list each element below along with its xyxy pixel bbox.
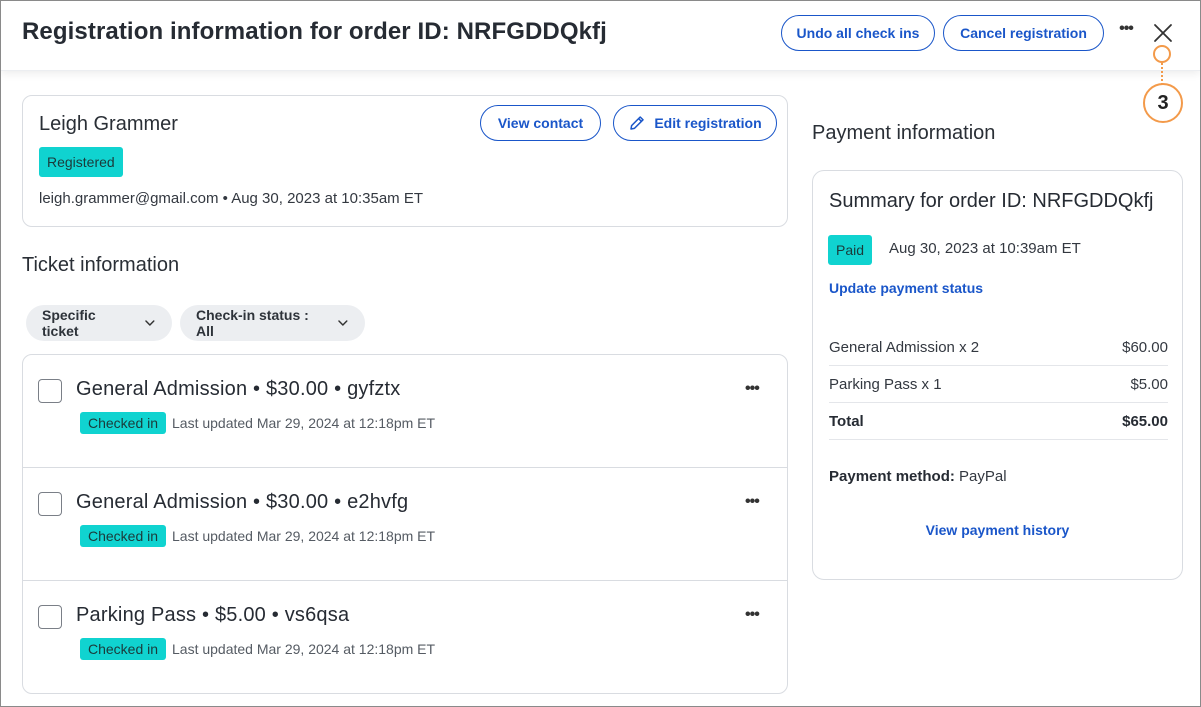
check-in-status-filter[interactable]: Check-in status : All xyxy=(180,305,365,341)
checked-in-badge: Checked in xyxy=(80,412,167,434)
more-options-icon[interactable]: ••• xyxy=(745,493,760,511)
ticket-checkbox[interactable] xyxy=(38,605,62,629)
undo-check-ins-button[interactable]: Undo all check ins xyxy=(781,15,935,51)
ticket-name: General Admission • $30.00 • e2hvfg xyxy=(76,491,409,513)
more-options-icon[interactable]: ••• xyxy=(745,380,760,398)
chevron-down-icon xyxy=(338,320,348,326)
callout-number: 3 xyxy=(1143,83,1183,123)
ticket-last-updated: Last updated Mar 29, 2024 at 12:18pm ET xyxy=(172,415,436,431)
line-item-amount: $60.00 xyxy=(1122,338,1168,356)
ticket-list: General Admission • $30.00 • gyfztx Chec… xyxy=(22,354,788,694)
payment-information-heading: Payment information xyxy=(812,122,996,144)
total-line: Total $65.00 xyxy=(829,403,1168,440)
line-item-amount: $5.00 xyxy=(1130,375,1168,393)
panel-header: Registration information for order ID: N… xyxy=(1,1,1200,71)
payment-method: Payment method: PayPal xyxy=(829,468,1007,485)
line-item: General Admission x 2 $60.00 xyxy=(829,329,1168,366)
close-icon[interactable] xyxy=(1152,22,1174,44)
checked-in-badge: Checked in xyxy=(80,525,167,547)
ticket-name: Parking Pass • $5.00 • vs6qsa xyxy=(76,604,350,626)
contact-card: Leigh Grammer Registered leigh.grammer@g… xyxy=(22,95,788,227)
ticket-checkbox[interactable] xyxy=(38,492,62,516)
more-options-icon[interactable]: ••• xyxy=(745,606,760,624)
payment-method-label: Payment method: xyxy=(829,468,955,485)
ticket-checkbox[interactable] xyxy=(38,379,62,403)
callout-connector xyxy=(1161,63,1163,85)
check-in-status-filter-label: Check-in status : All xyxy=(196,307,309,339)
view-payment-history-link[interactable]: View payment history xyxy=(813,522,1182,538)
callout-marker xyxy=(1153,45,1171,63)
registration-status-badge: Registered xyxy=(39,147,123,177)
line-item-label: Parking Pass x 1 xyxy=(829,375,942,393)
ticket-row: Parking Pass • $5.00 • vs6qsa Checked in… xyxy=(23,581,787,694)
ticket-last-updated: Last updated Mar 29, 2024 at 12:18pm ET xyxy=(172,528,436,544)
line-item: Parking Pass x 1 $5.00 xyxy=(829,366,1168,403)
total-amount: $65.00 xyxy=(1122,412,1168,430)
line-item-label: General Admission x 2 xyxy=(829,338,980,356)
payment-summary-card: Summary for order ID: NRFGDDQkfj Paid Au… xyxy=(812,170,1183,580)
specific-ticket-filter-label: Specific ticket xyxy=(42,307,96,339)
page-title: Registration information for order ID: N… xyxy=(22,18,607,45)
contact-name: Leigh Grammer xyxy=(39,113,178,135)
payment-date: Aug 30, 2023 at 10:39am ET xyxy=(889,240,1081,257)
ticket-row: General Admission • $30.00 • gyfztx Chec… xyxy=(23,355,787,468)
view-contact-button[interactable]: View contact xyxy=(480,105,601,141)
ticket-row: General Admission • $30.00 • e2hvfg Chec… xyxy=(23,468,787,581)
payment-line-items: General Admission x 2 $60.00 Parking Pas… xyxy=(829,329,1168,440)
ticket-name: General Admission • $30.00 • gyfztx xyxy=(76,378,401,400)
specific-ticket-filter[interactable]: Specific ticket xyxy=(26,305,172,341)
pencil-icon xyxy=(630,116,645,130)
ticket-last-updated: Last updated Mar 29, 2024 at 12:18pm ET xyxy=(172,641,436,657)
update-payment-status-link[interactable]: Update payment status xyxy=(829,280,983,296)
chevron-down-icon xyxy=(145,320,155,326)
payment-status-badge: Paid xyxy=(828,235,873,265)
contact-email-date: leigh.grammer@gmail.com • Aug 30, 2023 a… xyxy=(39,190,424,207)
order-summary-title: Summary for order ID: NRFGDDQkfj xyxy=(829,190,1154,212)
more-options-icon[interactable]: ••• xyxy=(1114,19,1138,43)
edit-registration-button[interactable]: Edit registration xyxy=(613,105,777,141)
cancel-registration-button[interactable]: Cancel registration xyxy=(943,15,1104,51)
registration-panel: Registration information for order ID: N… xyxy=(0,0,1201,707)
checked-in-badge: Checked in xyxy=(80,638,167,660)
payment-method-value: PayPal xyxy=(959,468,1007,485)
edit-registration-label: Edit registration xyxy=(654,115,762,131)
ticket-information-heading: Ticket information xyxy=(22,254,180,276)
total-label: Total xyxy=(829,412,864,430)
view-contact-label: View contact xyxy=(497,115,584,131)
